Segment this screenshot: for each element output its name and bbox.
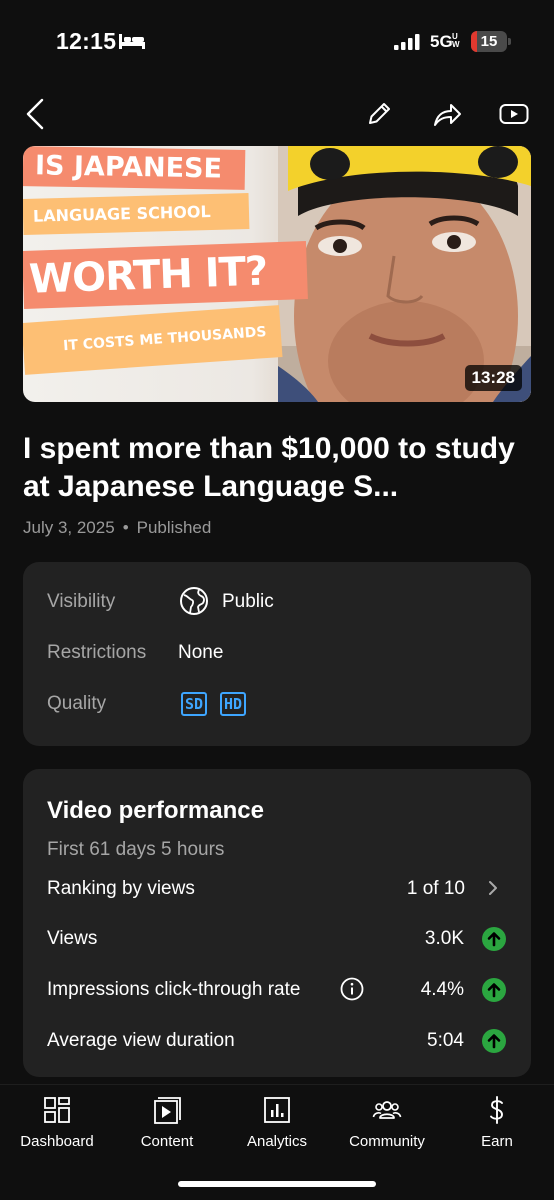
bed-icon (119, 34, 145, 49)
quality-label: Quality (47, 693, 107, 714)
restrictions-value: None (178, 642, 224, 663)
battery-tip (508, 38, 511, 45)
avg-duration-label: Average view duration (47, 1030, 235, 1051)
status-time: 12:15 (56, 28, 117, 54)
ranking-value: 1 of 10 (406, 878, 465, 899)
info-icon[interactable] (340, 977, 364, 1001)
back-button[interactable] (18, 97, 52, 131)
open-in-youtube-button[interactable] (497, 97, 531, 131)
nav-dashboard[interactable]: Dashboard (2, 1095, 112, 1150)
thumbnail-text-line2: LANGUAGE SCHOOL (23, 193, 250, 235)
battery-percent: 15 (480, 33, 498, 50)
nav-analytics[interactable]: Analytics (222, 1095, 332, 1150)
video-meta: July 3, 2025 • Published (23, 518, 211, 538)
video-thumbnail[interactable]: IS JAPANESE LANGUAGE SCHOOL WORTH IT? IT… (23, 146, 531, 402)
performance-title: Video performance (47, 797, 264, 824)
nav-content[interactable]: Content (112, 1095, 222, 1150)
dollar-icon (490, 1096, 503, 1124)
youtube-play-icon (499, 104, 529, 124)
home-indicator (178, 1181, 376, 1187)
ctr-label: Impressions click-through rate (47, 979, 301, 1000)
duration-badge: 13:28 (464, 365, 522, 391)
thumbnail-text-line1: IS JAPANESE (23, 146, 246, 190)
nav-analytics-label: Analytics (246, 1133, 308, 1150)
nav-content-label: Content (140, 1133, 194, 1150)
chevron-right-icon (489, 881, 497, 895)
thumbnail-text-line4: IT COSTS ME THOUSANDS (23, 305, 283, 375)
pencil-icon (369, 103, 390, 124)
video-details-card: Visibility Public Restrictions None Qual… (23, 562, 531, 746)
restrictions-label: Restrictions (47, 642, 147, 663)
edit-button[interactable] (362, 97, 396, 131)
nav-earn[interactable]: Earn (442, 1095, 552, 1150)
status-bar: 12:15 5G UW 15 (0, 0, 554, 86)
views-label: Views (47, 928, 98, 949)
visibility-label: Visibility (47, 591, 116, 612)
avg-duration-value: 5:04 (427, 1030, 464, 1051)
ranking-label: Ranking by views (47, 878, 195, 899)
trend-up-icon (482, 1029, 506, 1053)
community-icon (372, 1101, 402, 1119)
content-play-icon (154, 1097, 181, 1124)
quality-badge-sd: SD (181, 692, 208, 716)
nav-dashboard-label: Dashboard (20, 1133, 94, 1150)
dashboard-icon (44, 1097, 70, 1123)
share-arrow-icon (434, 104, 461, 126)
nav-earn-label: Earn (481, 1133, 513, 1150)
signal-bars-icon (394, 34, 420, 50)
ctr-value: 4.4% (420, 979, 464, 1000)
thumbnail-text-line3: WORTH IT? (23, 241, 308, 309)
quality-badge-hd: HD (220, 692, 247, 716)
performance-subtitle: First 61 days 5 hours (47, 839, 225, 860)
meta-separator: • (122, 518, 129, 537)
publish-date: July 3, 2025 (23, 518, 115, 537)
video-title: I spent more than $10,000 to study at Ja… (23, 432, 515, 503)
analytics-icon (264, 1097, 290, 1123)
share-button[interactable] (430, 97, 464, 131)
globe-icon (180, 587, 208, 615)
visibility-value: Public (222, 591, 274, 612)
views-value: 3.0K (424, 928, 464, 949)
battery-indicator: 15 (471, 31, 507, 52)
publish-status: Published (136, 518, 212, 537)
thumbnail-person-image (278, 146, 531, 402)
chevron-left-icon (26, 98, 44, 130)
nav-community[interactable]: Community (332, 1095, 442, 1150)
nav-community-label: Community (349, 1133, 425, 1150)
network-subtype: UW (452, 32, 460, 49)
network-type: 5G (430, 32, 453, 51)
trend-up-icon (482, 978, 506, 1002)
video-performance-card: Video performance First 61 days 5 hours … (23, 769, 531, 1077)
trend-up-icon (482, 927, 506, 951)
